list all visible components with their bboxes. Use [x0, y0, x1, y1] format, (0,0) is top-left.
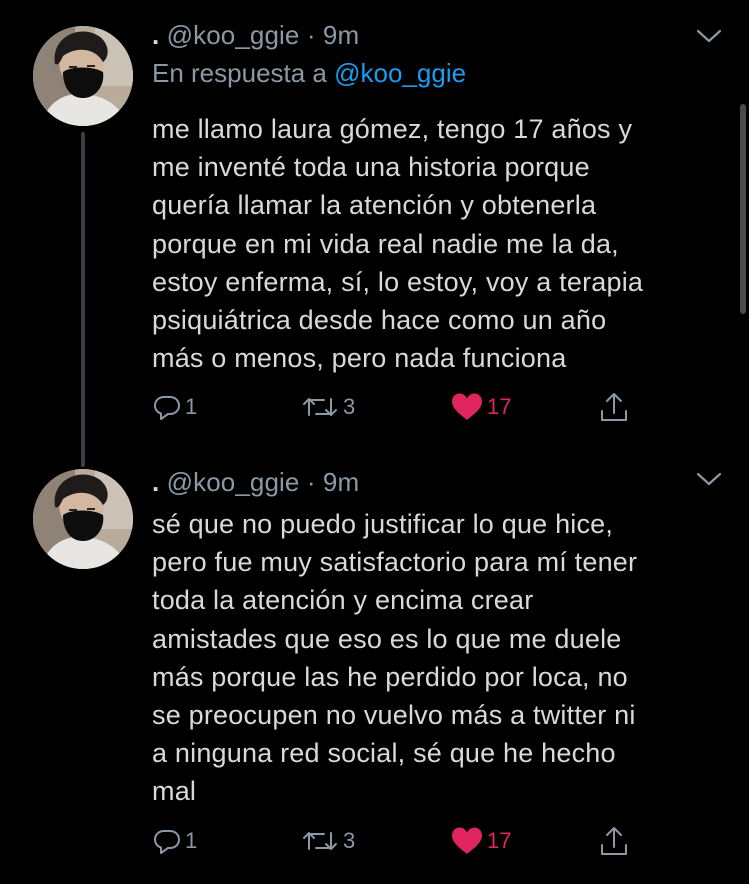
- reply-icon: [154, 396, 180, 420]
- handle[interactable]: @koo_ggie: [167, 467, 300, 497]
- reply-count: 1: [185, 394, 198, 419]
- reply-button[interactable]: 1: [152, 823, 197, 859]
- reply-count: 1: [185, 828, 198, 853]
- tweet-text-line: psiquiátrica desde hace como un año: [152, 305, 607, 336]
- share-icon: [601, 393, 627, 421]
- tweet-text-line: sé que no puedo justificar lo que hice,: [152, 509, 614, 539]
- tweet-text-line: amistades que eso es lo que me duele: [152, 623, 622, 654]
- avatar[interactable]: [33, 26, 133, 126]
- heart-icon: [452, 827, 482, 854]
- timestamp[interactable]: 9m: [323, 467, 359, 497]
- thread-line: [81, 132, 85, 458]
- tweet-text-line: se preocupen no vuelvo más a twitter ni: [152, 700, 636, 731]
- heart-icon: [452, 393, 482, 420]
- timestamp[interactable]: 9m: [323, 20, 359, 50]
- retweet-icon: [303, 398, 337, 416]
- handle[interactable]: @koo_ggie: [167, 20, 300, 50]
- tweet-text-line: a ninguna red social, sé que he hecho: [152, 738, 616, 769]
- tweet-text-line: me inventé toda una historia porque: [152, 152, 590, 183]
- like-count: 17: [487, 828, 512, 853]
- retweet-icon: [303, 832, 337, 850]
- tweet-header: . @koo_ggie · 9m: [152, 20, 359, 51]
- tweet-text-line: pero fue muy satisfactorio para mí tener: [152, 547, 638, 578]
- like-count: 17: [487, 394, 512, 419]
- chevron-down-icon[interactable]: [694, 469, 724, 489]
- tweet[interactable]: . @koo_ggie · 9m En respuesta a @koo_ggi…: [0, 0, 749, 458]
- tweet-text-line: más porque las he perdido por loca, no: [152, 661, 628, 692]
- tweet-text-line: me llamo laura gómez, tengo 17 años y: [152, 114, 633, 144]
- tweet-actions: 1 3 17: [152, 389, 652, 425]
- tweet-text: sé que no puedo justificar lo que hice, …: [152, 505, 732, 811]
- tweet[interactable]: . @koo_ggie · 9m sé que no puedo justifi…: [0, 455, 749, 884]
- avatar-image: [33, 26, 133, 126]
- retweet-count: 3: [343, 828, 356, 853]
- reply-icon: [154, 830, 180, 854]
- tweet-text: me llamo laura gómez, tengo 17 años y me…: [152, 110, 732, 377]
- separator: ·: [306, 467, 316, 497]
- tweet-text-line: quería llamar la atención y obtenerla: [152, 190, 597, 221]
- retweet-button[interactable]: 3: [300, 389, 355, 425]
- display-name[interactable]: .: [152, 20, 159, 50]
- thread-line: [81, 455, 85, 467]
- reply-handle-link[interactable]: @koo_ggie: [334, 58, 466, 88]
- reply-context: En respuesta a @koo_ggie: [152, 58, 466, 89]
- reply-button[interactable]: 1: [152, 389, 197, 425]
- share-button[interactable]: [598, 823, 630, 859]
- retweet-count: 3: [343, 394, 356, 419]
- scrollbar[interactable]: [740, 104, 746, 314]
- tweet-header: . @koo_ggie · 9m: [152, 467, 359, 498]
- display-name[interactable]: .: [152, 467, 159, 497]
- share-icon: [601, 827, 627, 855]
- like-button[interactable]: 17: [450, 823, 511, 859]
- retweet-button[interactable]: 3: [300, 823, 355, 859]
- share-button[interactable]: [598, 389, 630, 425]
- tweet-actions: 1 3 17: [152, 823, 652, 859]
- like-button[interactable]: 17: [450, 389, 511, 425]
- avatar-image: [33, 469, 133, 569]
- reply-prefix: En respuesta a: [152, 58, 327, 88]
- tweet-text-line: mal: [152, 776, 197, 807]
- chevron-down-icon[interactable]: [694, 26, 724, 46]
- tweet-text-line: toda la atención y encima crear: [152, 585, 534, 616]
- avatar[interactable]: [33, 469, 133, 569]
- tweet-text-line: más o menos, pero nada funciona: [152, 343, 567, 374]
- tweet-text-line: porque en mi vida real nadie me la da,: [152, 228, 619, 259]
- separator: ·: [306, 20, 316, 50]
- tweet-text-line: estoy enferma, sí, lo estoy, voy a terap…: [152, 266, 644, 297]
